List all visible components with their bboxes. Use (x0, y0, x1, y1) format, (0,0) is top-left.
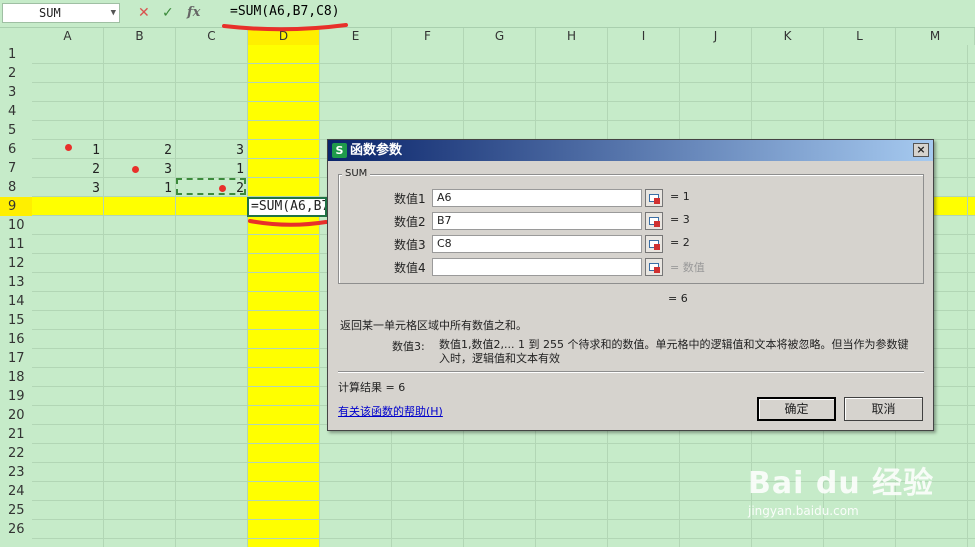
param-result: = 3 (670, 213, 690, 226)
column-header-f[interactable]: F (392, 28, 464, 45)
check-icon[interactable]: ✓ (162, 4, 174, 22)
param-result: = 数值 (670, 261, 705, 274)
row-header-11[interactable]: 11 (0, 235, 32, 254)
argument-description: 数值1,数值2,... 1 到 255 个待求和的数值。单元格中的逻辑值和文本将… (439, 338, 909, 365)
watermark-url: jingyan.baidu.com (748, 504, 859, 518)
formula-input[interactable]: =SUM(A6,B7,C8) (222, 3, 973, 23)
wps-logo-icon: S (332, 143, 347, 158)
param-label: 数值4 (394, 261, 426, 275)
param-result: = 1 (670, 190, 690, 203)
chevron-down-icon[interactable]: ▼ (111, 4, 116, 22)
param-label: 数值1 (394, 192, 426, 206)
range-select-icon[interactable] (645, 189, 663, 207)
column-header-c[interactable]: C (176, 28, 248, 45)
column-header-i[interactable]: I (608, 28, 680, 45)
divider (338, 371, 924, 373)
annotation-dot (132, 166, 139, 173)
function-description: 返回某一单元格区域中所有数值之和。 (340, 319, 527, 332)
column-header-b[interactable]: B (104, 28, 176, 45)
baidu-jingyan-watermark: Bai du 经验 jingyan.baidu.com (748, 458, 968, 524)
row-header-26[interactable]: 26 (0, 520, 32, 539)
cell-a8[interactable]: 3 (32, 179, 100, 198)
param-input-3[interactable]: C8 (432, 235, 642, 253)
row-header-25[interactable]: 25 (0, 501, 32, 520)
param-row-4: 数值4 = 数值 (388, 258, 928, 276)
argument-name: 数值3: (392, 340, 425, 353)
column-header-l[interactable]: L (824, 28, 896, 45)
active-cell-formula: =SUM(A6,B7 (251, 199, 327, 214)
formula-result: = 6 (668, 292, 688, 305)
cancel-button[interactable]: 取消 (844, 397, 923, 421)
row-header-21[interactable]: 21 (0, 425, 32, 444)
formula-bar: SUM ▼ ✕ ✓ fx =SUM(A6,B7,C8) (0, 0, 975, 28)
annotation-dot (65, 144, 72, 151)
column-header-h[interactable]: H (536, 28, 608, 45)
column-header-g[interactable]: G (464, 28, 536, 45)
dialog-title: 函数参数 (350, 143, 403, 158)
row-header-13[interactable]: 13 (0, 273, 32, 292)
fx-icon[interactable]: fx (187, 4, 200, 22)
row-header-18[interactable]: 18 (0, 368, 32, 387)
row-header-9[interactable]: 9 (0, 197, 32, 216)
function-arguments-dialog: S 函数参数 × SUM 数值1 A6 = 1 数值2 B7 = 3 数值3 C… (327, 139, 934, 431)
ok-button[interactable]: 确定 (757, 397, 836, 421)
cell-b6[interactable]: 2 (104, 141, 172, 160)
cell-b8[interactable]: 1 (104, 179, 172, 198)
spreadsheet-window: SUM ▼ ✕ ✓ fx =SUM(A6,B7,C8) A B C D E F … (0, 0, 975, 547)
function-help-link[interactable]: 有关该函数的帮助(H) (338, 403, 443, 419)
row-header-14[interactable]: 14 (0, 292, 32, 311)
row-header-7[interactable]: 7 (0, 159, 32, 178)
name-box-value: SUM (39, 6, 61, 20)
row-header-19[interactable]: 19 (0, 387, 32, 406)
range-select-icon[interactable] (645, 258, 663, 276)
row-header-3[interactable]: 3 (0, 83, 32, 102)
row-header-12[interactable]: 12 (0, 254, 32, 273)
param-input-4[interactable] (432, 258, 642, 276)
range-select-icon[interactable] (645, 212, 663, 230)
active-cell-d9[interactable]: =SUM(A6,B7 (247, 197, 327, 217)
calculation-result: 计算结果 = 6 (338, 381, 406, 394)
row-header-22[interactable]: 22 (0, 444, 32, 463)
param-input-2[interactable]: B7 (432, 212, 642, 230)
reference-marquee-c8 (176, 178, 246, 195)
param-row-2: 数值2 B7 = 3 (388, 212, 928, 230)
param-result: = 2 (670, 236, 690, 249)
row-header-23[interactable]: 23 (0, 463, 32, 482)
row-header-2[interactable]: 2 (0, 64, 32, 83)
column-header-a[interactable]: A (32, 28, 104, 45)
cell-c6[interactable]: 3 (176, 141, 244, 160)
column-header-d[interactable]: D (248, 28, 320, 45)
row-header-17[interactable]: 17 (0, 349, 32, 368)
group-label: SUM (342, 168, 371, 179)
param-input-1[interactable]: A6 (432, 189, 642, 207)
row-header-16[interactable]: 16 (0, 330, 32, 349)
column-header-j[interactable]: J (680, 28, 752, 45)
name-box[interactable]: SUM ▼ (2, 3, 120, 23)
param-row-3: 数值3 C8 = 2 (388, 235, 928, 253)
column-header-m[interactable]: M (896, 28, 975, 45)
row-header-10[interactable]: 10 (0, 216, 32, 235)
param-row-1: 数值1 A6 = 1 (388, 189, 928, 207)
column-header-e[interactable]: E (320, 28, 392, 45)
row-header-6[interactable]: 6 (0, 140, 32, 159)
row-header-8[interactable]: 8 (0, 178, 32, 197)
row-header-20[interactable]: 20 (0, 406, 32, 425)
row-header-5[interactable]: 5 (0, 121, 32, 140)
cell-a7[interactable]: 2 (32, 160, 100, 179)
row-header-4[interactable]: 4 (0, 102, 32, 121)
range-select-icon[interactable] (645, 235, 663, 253)
row-header-1[interactable]: 1 (0, 45, 32, 64)
param-label: 数值2 (394, 215, 426, 229)
dialog-title-bar[interactable]: S 函数参数 × (328, 140, 933, 161)
cancel-x-icon[interactable]: ✕ (138, 4, 150, 22)
param-label: 数值3 (394, 238, 426, 252)
close-icon[interactable]: × (913, 143, 929, 157)
watermark-logo-text: Bai du 经验 (748, 466, 935, 501)
row-header-15[interactable]: 15 (0, 311, 32, 330)
row-header-24[interactable]: 24 (0, 482, 32, 501)
cell-c7[interactable]: 1 (176, 160, 244, 179)
column-header-k[interactable]: K (752, 28, 824, 45)
